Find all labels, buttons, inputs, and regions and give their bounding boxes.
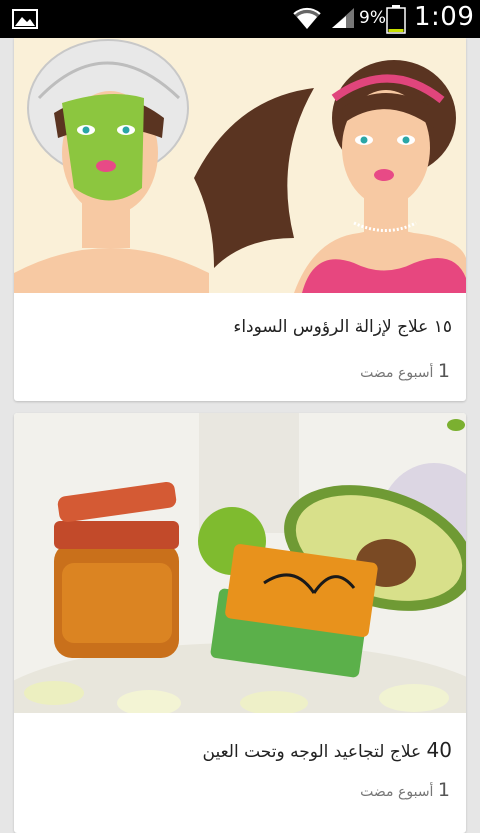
article-image-honey-avocado [14, 413, 466, 713]
article-image-face-mask [14, 38, 466, 293]
battery-percent: 9% [359, 8, 386, 28]
article-title[interactable]: 40 علاج لتجاعيد الوجه وتحت العين [203, 738, 453, 762]
time-label: أسبوع مضت [360, 784, 434, 800]
article-title[interactable]: ١٥ علاج لإزالة الرؤوس السوداء [233, 317, 452, 337]
article-card[interactable]: 40 علاج لتجاعيد الوجه وتحت العين 1 أسبوع… [14, 413, 466, 833]
time-number: 1 [437, 779, 450, 801]
status-bar: 9% 1:09 [0, 0, 480, 38]
time-label: أسبوع مضت [360, 365, 434, 381]
battery-icon [386, 5, 406, 34]
wifi-icon [293, 7, 321, 29]
article-time: 1 أسبوع مضت [360, 779, 450, 801]
article-card[interactable]: ١٥ علاج لإزالة الرؤوس السوداء 1 أسبوع مض… [14, 38, 466, 401]
article-time: 1 أسبوع مضت [360, 360, 450, 382]
time-number: 1 [437, 360, 450, 382]
signal-icon [332, 8, 354, 28]
gallery-icon [12, 9, 38, 29]
title-number: 40 [426, 738, 452, 762]
title-text: علاج لتجاعيد الوجه وتحت العين [202, 742, 422, 762]
clock: 1:09 [414, 2, 475, 32]
